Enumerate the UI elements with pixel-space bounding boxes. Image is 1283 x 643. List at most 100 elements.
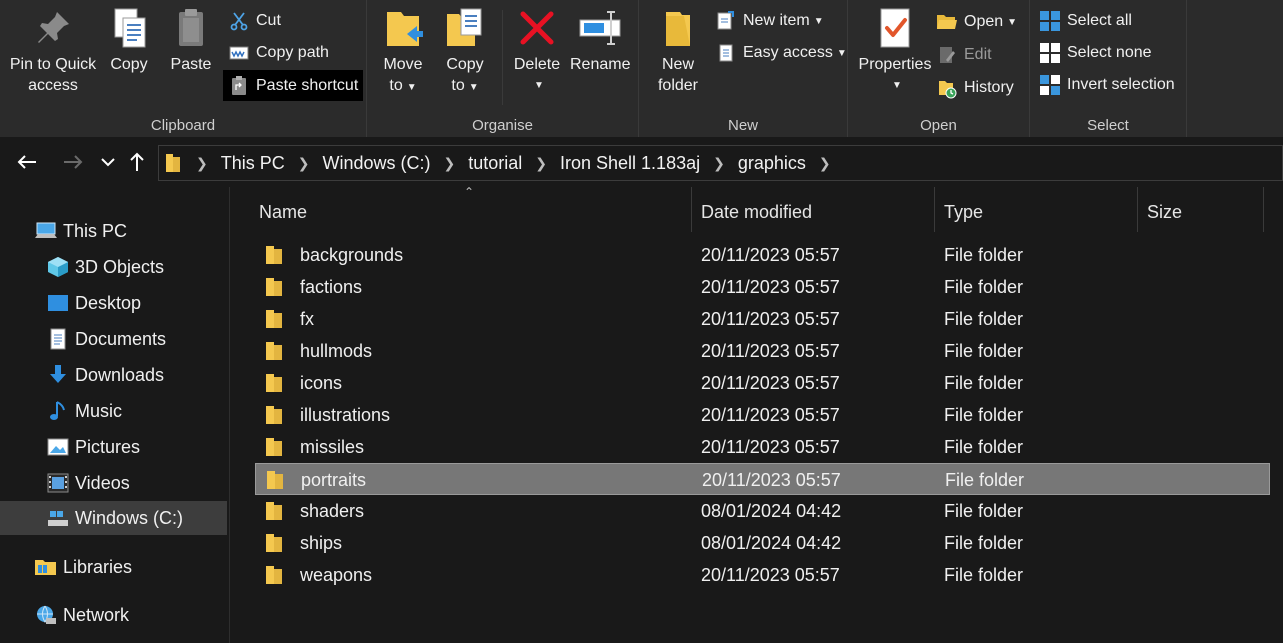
folder-icon (265, 309, 283, 329)
invert-selection-button[interactable]: Invert selection (1039, 71, 1175, 99)
copy-path-button[interactable]: Copy path (228, 39, 329, 67)
date-modified-cell: 08/01/2024 04:42 (701, 500, 842, 521)
dropdown-caret-icon: ▼ (468, 82, 479, 93)
nav-item-label: Pictures (75, 436, 141, 457)
drive-icon (46, 506, 70, 530)
nav-item-libraries[interactable]: Libraries (34, 550, 132, 584)
delete-caret-icon[interactable]: ▼ (515, 75, 563, 96)
nav-item-desktop[interactable]: Desktop (46, 286, 141, 320)
name-cell: shaders (265, 495, 364, 527)
table-row[interactable]: fx 20/11/2023 05:57 File folder (255, 303, 1270, 335)
table-row[interactable]: hullmods 20/11/2023 05:57 File folder (255, 335, 1270, 367)
organise-group: Move to ▼ Copy to ▼ Delete ▼ Rename Organi… (367, 0, 639, 137)
new-item-button[interactable]: New item ▼ (715, 7, 824, 35)
folder-icon (265, 405, 283, 425)
breadcrumb-separator-icon[interactable]: ❯ (298, 155, 310, 172)
properties-caret-icon[interactable]: ▼ (859, 75, 935, 96)
breadcrumb-this-pc[interactable]: This PC (221, 153, 285, 174)
open-button[interactable]: Open ▼ (936, 8, 1017, 36)
dropdown-caret-icon: ▼ (1007, 16, 1018, 28)
clipboard-group-label: Clipboard (150, 117, 216, 134)
move-to-label-2-wrap: to ▼ (379, 75, 427, 98)
column-header-name[interactable]: Name (249, 192, 691, 232)
table-row[interactable]: missiles 20/11/2023 05:57 File folder (255, 431, 1270, 463)
network-icon (34, 603, 58, 627)
breadcrumb-separator-icon[interactable]: ❯ (713, 155, 725, 172)
nav-item-music[interactable]: Music (46, 394, 122, 428)
copy-to-button[interactable]: Copy to ▼ (441, 6, 489, 98)
delete-button[interactable]: Delete ▼ (511, 6, 563, 96)
table-row[interactable]: weapons 20/11/2023 05:57 File folder (255, 559, 1270, 591)
open-group-label: Open (920, 117, 957, 134)
table-row[interactable]: factions 20/11/2023 05:57 File folder (255, 271, 1270, 303)
breadcrumb-graphics[interactable]: graphics (738, 153, 806, 174)
table-row[interactable]: illustrations 20/11/2023 05:57 File folder (255, 399, 1270, 431)
breadcrumb-separator-icon[interactable]: ❯ (444, 155, 456, 172)
history-icon (936, 77, 958, 99)
column-header-size[interactable]: Size (1137, 192, 1263, 232)
select-none-button[interactable]: Select none (1039, 39, 1152, 67)
easy-access-button[interactable]: Easy access ▼ (715, 39, 847, 67)
nav-item-this-pc[interactable]: This PC (34, 214, 127, 248)
navigation-bar: ❯ This PC ❯ Windows (C:) ❯ tutorial ❯ Ir… (0, 137, 1283, 187)
history-label: History (964, 79, 1014, 96)
breadcrumb-separator-icon[interactable]: ❯ (819, 155, 831, 172)
cut-button[interactable]: Cut (228, 7, 281, 35)
name-cell: ships (265, 527, 342, 559)
nav-item-windows-c[interactable]: Windows (C:) (0, 501, 227, 535)
nav-item-label: Videos (75, 472, 130, 493)
breadcrumb-windows-c[interactable]: Windows (C:) (322, 153, 430, 174)
nav-item-label: Music (75, 400, 123, 421)
breadcrumb-tutorial[interactable]: tutorial (468, 153, 522, 174)
pin-to-quick-access-button[interactable]: Pin to Quick access (6, 6, 100, 96)
table-row[interactable]: ships 08/01/2024 04:42 File folder (255, 527, 1270, 559)
rename-button[interactable]: Rename (570, 6, 630, 75)
column-header-date-modified[interactable]: Date modified (691, 192, 934, 232)
easy-access-label: Easy access (743, 44, 833, 61)
open-folder-icon (936, 11, 958, 33)
select-all-button[interactable]: Select all (1039, 7, 1132, 35)
back-button[interactable] (12, 147, 42, 177)
type-cell: File folder (944, 564, 1024, 585)
nav-item-documents[interactable]: Documents (46, 322, 166, 356)
table-row[interactable]: shaders 08/01/2024 04:42 File folder (255, 495, 1270, 527)
column-header-type[interactable]: Type (934, 192, 1137, 232)
file-name: shaders (300, 500, 365, 521)
nav-item-network[interactable]: Network (34, 598, 129, 632)
breadcrumb-iron-shell[interactable]: Iron Shell 1.183aj (560, 153, 700, 174)
paste-shortcut-label: Paste shortcut (256, 76, 359, 94)
paste-shortcut-button[interactable]: Paste shortcut (223, 70, 364, 101)
nav-item-3d-objects[interactable]: 3D Objects (46, 250, 164, 284)
breadcrumb-separator-icon[interactable]: ❯ (196, 155, 208, 172)
history-button[interactable]: History (936, 74, 1014, 102)
move-to-label-2: to (389, 77, 403, 94)
paste-button[interactable]: Paste (166, 6, 216, 75)
recent-locations-button[interactable] (93, 147, 123, 177)
nav-item-videos[interactable]: Videos (46, 466, 130, 500)
edit-label: Edit (964, 46, 992, 63)
table-row[interactable]: backgrounds 20/11/2023 05:57 File folder (255, 239, 1270, 271)
folder-icon (265, 373, 283, 393)
copy-button[interactable]: Copy (104, 6, 154, 75)
forward-button[interactable] (58, 147, 88, 177)
date-modified-cell: 20/11/2023 05:57 (702, 469, 841, 490)
table-row[interactable]: icons 20/11/2023 05:57 File folder (255, 367, 1270, 399)
new-folder-button[interactable]: New folder (651, 6, 705, 96)
column-separator[interactable] (1263, 187, 1264, 232)
nav-item-pictures[interactable]: Pictures (46, 430, 140, 464)
date-modified-cell: 20/11/2023 05:57 (701, 276, 840, 297)
libraries-icon (34, 555, 58, 579)
up-button[interactable] (122, 147, 152, 177)
nav-item-downloads[interactable]: Downloads (46, 358, 164, 392)
edit-button[interactable]: Edit (936, 41, 992, 69)
breadcrumb-separator-icon[interactable]: ❯ (535, 155, 547, 172)
file-name: hullmods (300, 340, 373, 361)
chevron-down-icon (101, 158, 115, 167)
up-arrow-icon (130, 152, 144, 171)
address-bar[interactable]: ❯ This PC ❯ Windows (C:) ❯ tutorial ❯ Ir… (158, 145, 1283, 181)
address-folder-icon (165, 153, 181, 173)
table-row[interactable]: portraits 20/11/2023 05:57 File folder (255, 463, 1270, 495)
properties-button[interactable]: Properties ▼ (855, 6, 935, 96)
folder-icon (265, 437, 283, 457)
move-to-button[interactable]: Move to ▼ (379, 6, 427, 98)
